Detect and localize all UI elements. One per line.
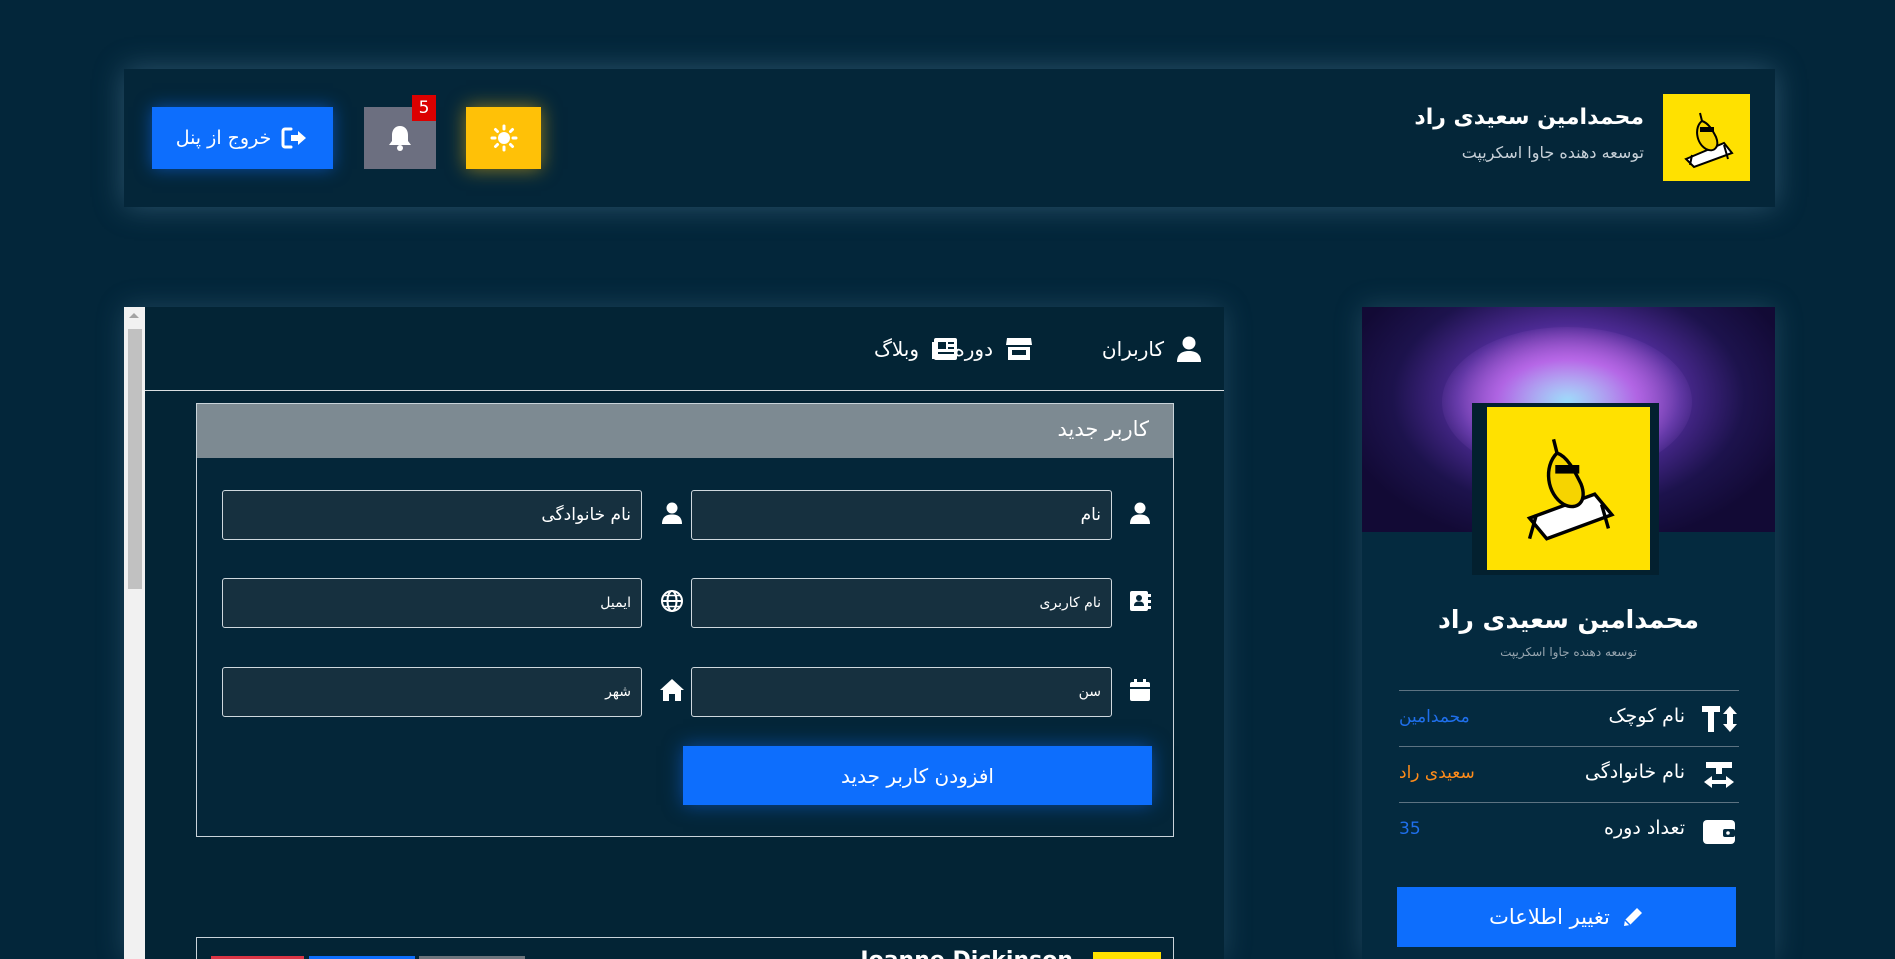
bell-icon [389, 126, 411, 151]
theme-toggle-button[interactable] [466, 107, 541, 169]
wallet-icon [1699, 814, 1739, 848]
notification-count-badge: 5 [412, 95, 436, 121]
add-user-button[interactable]: افزودن کاربر جدید [683, 746, 1152, 805]
profile-row-first-name: نام کوچک محمدامین [1399, 690, 1739, 747]
city-input[interactable]: شهر [222, 667, 642, 717]
age-icon [1127, 677, 1153, 703]
calendar-icon [1130, 679, 1150, 701]
email-icon [659, 588, 685, 614]
profile-row-value: محمدامین [1399, 707, 1470, 727]
store-icon [1006, 338, 1032, 360]
username-icon [1127, 588, 1153, 614]
header-user-name: محمدامین سعیدی راد [1414, 105, 1644, 130]
text-width-icon [1699, 758, 1739, 792]
banana-avatar-icon [1683, 112, 1734, 168]
logout-icon [281, 127, 307, 149]
profile-row-label: نام کوچک [1608, 705, 1686, 727]
last-name-icon [659, 500, 685, 526]
main-panel: کاربران دوره‌ها وبلاگ کاربر جدید [124, 307, 1224, 959]
new-user-card: کاربر جدید نام نام خانوادگی نام کاربری ا… [196, 403, 1174, 837]
scrollbar-thumb[interactable] [128, 329, 142, 589]
profile-row-courses: تعداد دوره 35 [1399, 802, 1739, 859]
profile-panel: محمدامین سعیدی راد توسعه دهنده جاوا اسکر… [1362, 307, 1775, 959]
user-name: Joanne Dickinson [860, 948, 1073, 959]
profile-name: محمدامین سعیدی راد [1438, 605, 1699, 634]
logout-button[interactable]: خروج از پنل [152, 107, 333, 169]
user-icon [1130, 502, 1150, 524]
header-user-role: توسعه دهنده جاوا اسکریپت [1461, 143, 1644, 162]
age-input[interactable]: سن [691, 667, 1112, 717]
profile-row-value: سعیدی راد [1399, 763, 1475, 783]
header-avatar [1663, 94, 1750, 181]
scrollbar[interactable] [124, 307, 145, 959]
edit-profile-button[interactable]: تغییر اطلاعات [1397, 887, 1736, 947]
newspaper-icon [932, 338, 957, 360]
nav-divider [145, 390, 1224, 391]
banana-avatar-icon [1526, 438, 1615, 541]
new-user-card-title: کاربر جدید [1057, 417, 1149, 441]
city-icon [659, 677, 685, 703]
user-icon [1177, 336, 1201, 362]
profile-row-label: نام خانوادگی [1584, 761, 1685, 783]
scroll-up-arrow[interactable] [129, 313, 139, 318]
profile-row-value: 35 [1399, 819, 1421, 839]
notifications-button[interactable]: 5 [364, 95, 436, 169]
first-name-icon [1127, 500, 1153, 526]
sun-icon [490, 124, 517, 152]
edit-profile-button-label: تغییر اطلاعات [1489, 905, 1610, 929]
email-input[interactable]: ایمیل [222, 578, 642, 628]
username-input[interactable]: نام کاربری [691, 578, 1112, 628]
profile-avatar [1487, 407, 1650, 570]
user-avatar [1093, 952, 1161, 959]
globe-icon [661, 590, 683, 612]
profile-row-label: تعداد دوره [1604, 817, 1685, 839]
last-name-input[interactable]: نام خانوادگی [222, 490, 642, 540]
new-user-card-header: کاربر جدید [197, 404, 1173, 458]
pencil-icon [1623, 908, 1642, 926]
first-name-input[interactable]: نام [691, 490, 1112, 540]
user-list-card: Joanne Dickinson [196, 937, 1174, 959]
profile-role: توسعه دهنده جاوا اسکریپت [1500, 645, 1637, 659]
top-header: محمدامین سعیدی راد توسعه دهنده جاوا اسکر… [124, 69, 1775, 207]
user-icon [662, 502, 682, 524]
tab-blog[interactable]: وبلاگ [874, 329, 959, 369]
profile-row-last-name: نام خانوادگی سعیدی راد [1399, 746, 1739, 803]
text-height-icon [1699, 702, 1739, 736]
tab-blog-label: وبلاگ [873, 337, 919, 361]
logout-button-label: خروج از پنل [175, 127, 272, 149]
tab-users[interactable]: کاربران [1102, 329, 1202, 369]
tab-users-label: کاربران [1101, 337, 1164, 361]
home-icon [660, 679, 684, 701]
contact-card-icon [1130, 591, 1151, 611]
